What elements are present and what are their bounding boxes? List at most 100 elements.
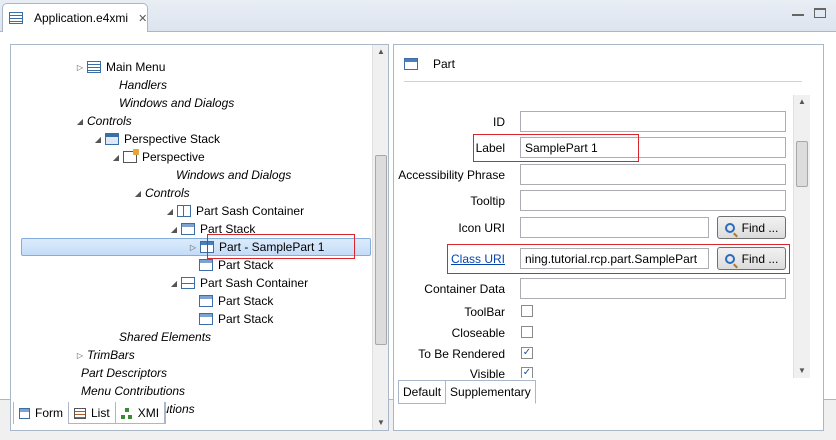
form-icon bbox=[19, 407, 30, 419]
form-title: Part bbox=[433, 57, 456, 71]
scroll-thumb[interactable] bbox=[375, 155, 387, 345]
scroll-down-icon[interactable]: ▼ bbox=[794, 364, 810, 378]
tab-form[interactable]: Form bbox=[14, 402, 69, 424]
xmi-tree-icon bbox=[120, 407, 133, 419]
tab-supplementary[interactable]: Supplementary bbox=[446, 380, 536, 404]
tree-item[interactable]: ◢ Part Sash Container bbox=[167, 274, 308, 292]
tree-item-label: Part Stack bbox=[218, 294, 274, 308]
editor-page-tabs: Form List XMI bbox=[13, 402, 167, 424]
tree-item-label: Part Sash Container bbox=[200, 276, 309, 290]
tree-item[interactable]: Handlers bbox=[119, 76, 167, 94]
tree-item[interactable]: Shared Elements bbox=[119, 328, 211, 346]
collapse-arrow-icon[interactable]: ◢ bbox=[91, 135, 105, 144]
sash-container-icon bbox=[177, 205, 191, 217]
icon-uri-label: Icon URI bbox=[458, 221, 505, 235]
tree-item-label: Shared Elements bbox=[119, 330, 212, 344]
closeable-label: Closeable bbox=[451, 326, 505, 340]
expand-arrow-icon[interactable]: ▷ bbox=[73, 63, 87, 72]
window-controls bbox=[792, 8, 826, 18]
tab-default[interactable]: Default bbox=[398, 380, 447, 404]
tree-item[interactable]: ▷ Main Menu bbox=[73, 58, 165, 76]
find-button-label: Find ... bbox=[741, 220, 779, 235]
id-field[interactable] bbox=[520, 111, 786, 132]
menu-icon bbox=[87, 61, 101, 73]
tab-form-label: Form bbox=[35, 406, 63, 420]
header-divider bbox=[404, 81, 802, 82]
scroll-up-icon[interactable]: ▲ bbox=[794, 95, 810, 109]
tree-item[interactable]: ◢ Controls bbox=[73, 112, 132, 130]
close-icon[interactable]: ✕ bbox=[138, 12, 147, 25]
form-tab-strip: Default Supplementary bbox=[398, 380, 536, 404]
scroll-thumb[interactable] bbox=[796, 141, 808, 187]
tab-list-label: List bbox=[91, 406, 110, 420]
tooltip-label: Tooltip bbox=[470, 194, 505, 208]
editor-tab-bar: Application.e4xmi ✕ bbox=[0, 0, 836, 32]
part-stack-icon bbox=[199, 295, 213, 307]
tree-item[interactable]: Part Stack bbox=[199, 310, 273, 328]
visible-checkbox[interactable]: ✓ bbox=[521, 367, 533, 378]
tree-item-label: Controls bbox=[145, 186, 190, 200]
minimize-icon[interactable] bbox=[792, 14, 804, 18]
icon-uri-field[interactable] bbox=[520, 217, 709, 238]
container-data-field[interactable] bbox=[520, 278, 786, 299]
tree-item[interactable]: ◢ Perspective Stack bbox=[91, 130, 220, 148]
part-stack-icon bbox=[199, 259, 213, 271]
tree-item-label: Part Stack bbox=[218, 312, 274, 326]
container-data-label: Container Data bbox=[424, 282, 505, 296]
expand-arrow-icon[interactable]: ▷ bbox=[73, 351, 87, 360]
to-be-rendered-checkbox[interactable]: ✓ bbox=[521, 347, 533, 359]
tab-xmi-label: XMI bbox=[137, 406, 160, 420]
editor-tab-application[interactable]: Application.e4xmi ✕ bbox=[2, 3, 148, 32]
maximize-icon[interactable] bbox=[814, 8, 826, 18]
tree-item[interactable]: Windows and Dialogs bbox=[176, 166, 291, 184]
list-icon bbox=[74, 407, 86, 419]
tree-item-label: Part Stack bbox=[218, 258, 274, 272]
closeable-checkbox[interactable] bbox=[521, 326, 533, 338]
form-scrollbar[interactable]: ▲ ▼ bbox=[793, 95, 810, 378]
collapse-arrow-icon[interactable]: ◢ bbox=[167, 225, 181, 234]
tree-item[interactable]: Menu Contributions bbox=[81, 382, 185, 400]
tree-item-label: Handlers bbox=[119, 78, 168, 92]
icon-uri-find-button[interactable]: Find ... bbox=[717, 216, 786, 239]
tree-item-label: Windows and Dialogs bbox=[119, 96, 235, 110]
tree-item[interactable]: ▷ TrimBars bbox=[73, 346, 135, 364]
scroll-down-icon[interactable]: ▼ bbox=[373, 416, 388, 430]
model-tree[interactable]: ▷ Main Menu Handlers Windows and Dialogs ◢ Co… bbox=[10, 44, 389, 431]
tree-item-label: Perspective Stack bbox=[124, 132, 221, 146]
collapse-arrow-icon[interactable]: ◢ bbox=[131, 189, 145, 198]
tree-item[interactable]: Windows and Dialogs bbox=[119, 94, 234, 112]
accessibility-phrase-field[interactable] bbox=[520, 164, 786, 185]
label-highlight-box bbox=[473, 134, 639, 162]
part-stack-icon bbox=[199, 313, 213, 325]
collapse-arrow-icon[interactable]: ◢ bbox=[167, 279, 181, 288]
tree-item-label: Part Descriptors bbox=[81, 366, 168, 380]
tab-list[interactable]: List bbox=[69, 402, 116, 424]
scroll-up-icon[interactable]: ▲ bbox=[373, 45, 388, 59]
part-icon bbox=[404, 58, 418, 70]
toolbar-checkbox[interactable] bbox=[521, 305, 533, 317]
collapse-arrow-icon[interactable]: ◢ bbox=[73, 117, 87, 126]
part-stack-icon bbox=[181, 223, 195, 235]
part-details-form: Part ID Label Accessibility Phrase Toolt… bbox=[393, 44, 824, 431]
tree-item-label: Controls bbox=[87, 114, 132, 128]
e4xmi-file-icon bbox=[9, 12, 23, 24]
collapse-arrow-icon[interactable]: ◢ bbox=[109, 153, 123, 162]
visible-label: Visible bbox=[469, 367, 505, 381]
perspective-stack-icon bbox=[105, 133, 119, 145]
tab-xmi[interactable]: XMI bbox=[116, 402, 166, 424]
tree-item[interactable]: Part Descriptors bbox=[81, 364, 167, 382]
editor-content: ▷ Main Menu Handlers Windows and Dialogs ◢ Co… bbox=[0, 32, 836, 431]
selected-part-highlight-box bbox=[207, 234, 355, 259]
toolbar-label: ToolBar bbox=[464, 305, 505, 319]
accessibility-phrase-label: Accessibility Phrase bbox=[398, 168, 505, 182]
tree-item-label: TrimBars bbox=[87, 348, 135, 362]
collapse-arrow-icon[interactable]: ◢ bbox=[163, 207, 177, 216]
tree-scrollbar[interactable]: ▲ ▼ bbox=[372, 45, 388, 430]
tree-item[interactable]: ◢ Part Sash Container bbox=[163, 202, 304, 220]
tree-item[interactable]: Part Stack bbox=[199, 292, 273, 310]
tree-item[interactable]: ◢ Controls bbox=[131, 184, 190, 202]
tree-item[interactable]: ◢ Perspective bbox=[109, 148, 205, 166]
tree-item-label: Part Sash Container bbox=[196, 204, 305, 218]
expand-arrow-icon[interactable]: ▷ bbox=[186, 243, 200, 252]
tooltip-field[interactable] bbox=[520, 190, 786, 211]
